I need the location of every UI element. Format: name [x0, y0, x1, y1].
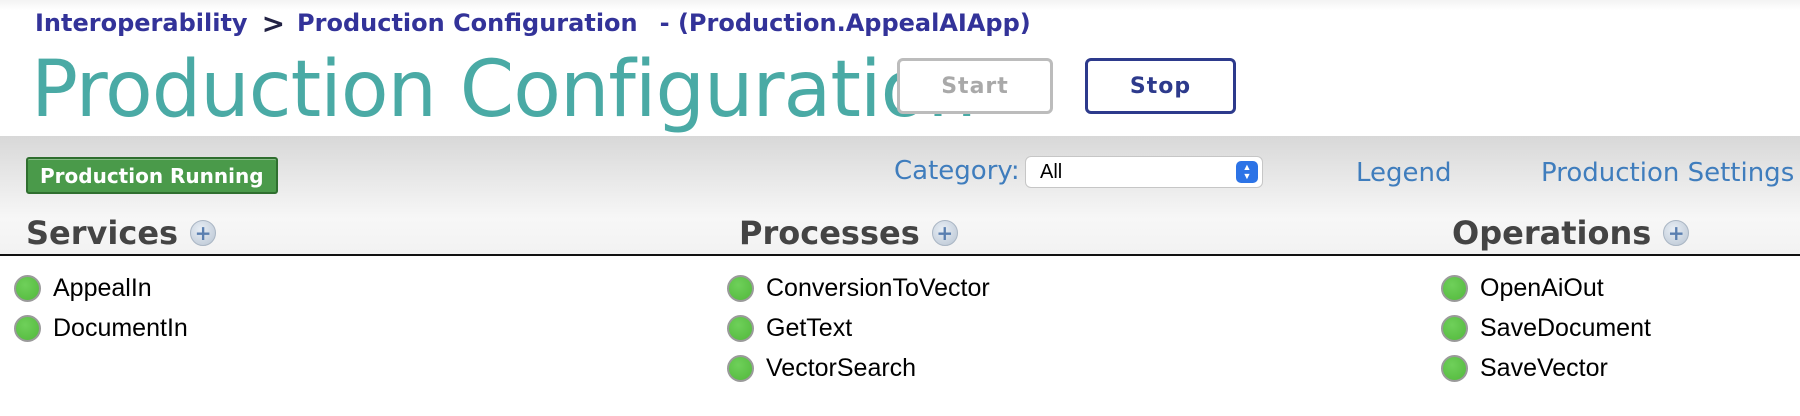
category-label: Category:	[894, 156, 1020, 186]
process-item[interactable]: GetText	[727, 308, 990, 348]
production-name: - (Production.AppealAIApp)	[659, 9, 1031, 37]
operation-item[interactable]: SaveDocument	[1441, 308, 1651, 348]
start-button[interactable]: Start	[897, 58, 1053, 114]
production-toolbar: Production Running Category: All ▲ ▼ Lege…	[0, 136, 1800, 256]
category-select-value: All	[1040, 160, 1063, 183]
status-ok-icon	[1441, 274, 1468, 302]
status-ok-icon	[1441, 354, 1468, 382]
operation-item[interactable]: SaveVector	[1441, 348, 1651, 388]
status-ok-icon	[727, 314, 754, 342]
header: Interoperability > Production Configurat…	[0, 0, 1800, 136]
services-list: AppealIn DocumentIn	[14, 268, 188, 348]
operations-heading-label: Operations	[1452, 214, 1652, 252]
add-service-plus-icon[interactable]: +	[190, 220, 217, 246]
service-item-label: DocumentIn	[53, 313, 188, 342]
page-title: Production Configuration	[31, 45, 977, 135]
breadcrumb-interoperability-link[interactable]: Interoperability	[35, 9, 248, 37]
category-select[interactable]: All ▲ ▼	[1025, 156, 1263, 188]
add-process-plus-icon[interactable]: +	[931, 220, 958, 246]
services-heading-label: Services	[26, 214, 179, 252]
add-operation-plus-icon[interactable]: +	[1663, 220, 1690, 246]
processes-heading-label: Processes	[739, 214, 920, 252]
service-item[interactable]: DocumentIn	[14, 308, 188, 348]
stop-button[interactable]: Stop	[1085, 58, 1236, 114]
status-ok-icon	[14, 314, 41, 342]
operation-item-label: SaveDocument	[1480, 313, 1651, 342]
breadcrumb: Interoperability > Production Configurat…	[35, 6, 1031, 40]
processes-list: ConversionToVector GetText VectorSearch	[727, 268, 990, 388]
select-arrows-icon: ▲ ▼	[1236, 161, 1258, 183]
operation-item-label: OpenAiOut	[1480, 273, 1604, 302]
service-item-label: AppealIn	[53, 273, 152, 302]
status-ok-icon	[727, 274, 754, 302]
operations-list: OpenAiOut SaveDocument SaveVector	[1441, 268, 1651, 388]
status-ok-icon	[727, 354, 754, 382]
processes-heading: Processes +	[739, 214, 958, 252]
production-status-badge: Production Running	[26, 157, 278, 194]
process-item[interactable]: ConversionToVector	[727, 268, 990, 308]
status-ok-icon	[1441, 314, 1468, 342]
service-item[interactable]: AppealIn	[14, 268, 188, 308]
operations-heading: Operations +	[1452, 214, 1690, 252]
process-item-label: GetText	[766, 313, 853, 342]
breadcrumb-production-configuration-link[interactable]: Production Configuration	[297, 9, 638, 37]
operation-item[interactable]: OpenAiOut	[1441, 268, 1651, 308]
breadcrumb-separator: >	[261, 6, 286, 40]
legend-link[interactable]: Legend	[1356, 158, 1452, 188]
production-settings-link[interactable]: Production Settings	[1541, 158, 1794, 188]
services-heading: Services +	[26, 214, 217, 252]
operation-item-label: SaveVector	[1480, 353, 1608, 382]
process-item-label: ConversionToVector	[766, 273, 990, 302]
process-item-label: VectorSearch	[766, 353, 917, 382]
status-ok-icon	[14, 274, 41, 302]
process-item[interactable]: VectorSearch	[727, 348, 990, 388]
